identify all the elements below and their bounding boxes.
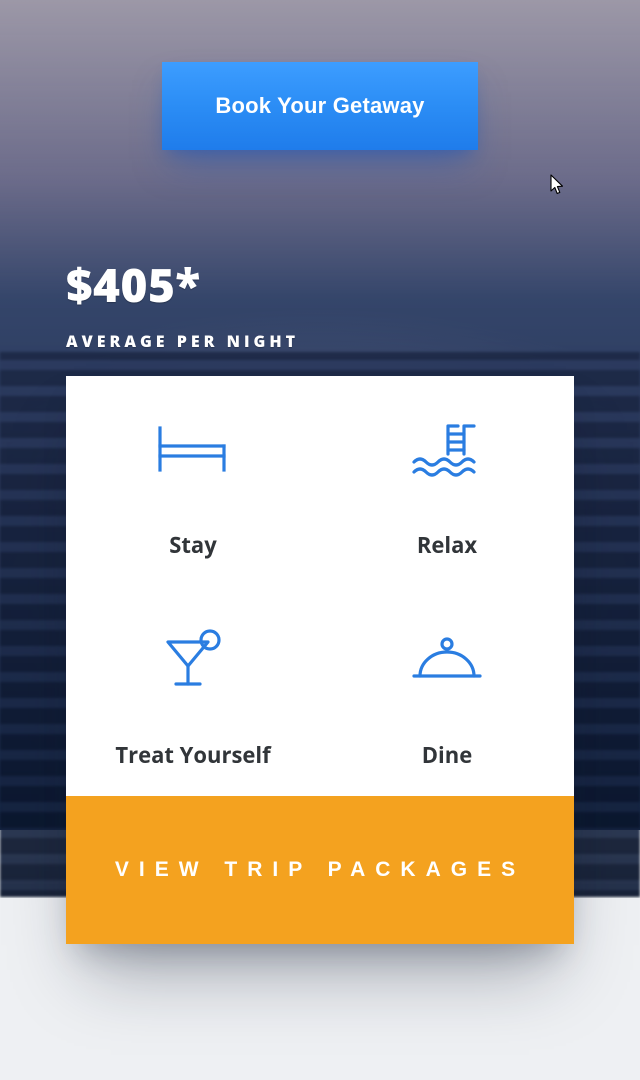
- mouse-cursor-icon: [550, 174, 565, 196]
- pool-icon: [408, 410, 486, 490]
- feature-label: Stay: [169, 530, 216, 560]
- view-trip-packages-button[interactable]: VIEW TRIP PACKAGES: [66, 796, 574, 944]
- price-block: $405* AVERAGE PER NIGHT: [66, 254, 299, 352]
- bed-icon: [154, 410, 232, 490]
- average-price-caption: AVERAGE PER NIGHT: [66, 330, 299, 352]
- feature-treat-yourself: Treat Yourself: [66, 586, 320, 796]
- feature-stay: Stay: [66, 376, 320, 586]
- features-grid: Stay Relax: [66, 376, 574, 796]
- cocktail-icon: [158, 620, 228, 700]
- book-getaway-button[interactable]: Book Your Getaway: [162, 62, 478, 150]
- features-card: Stay Relax: [66, 376, 574, 944]
- feature-dine: Dine: [320, 586, 574, 796]
- feature-relax: Relax: [320, 376, 574, 586]
- feature-label: Relax: [417, 530, 477, 560]
- average-price: $405*: [66, 254, 299, 316]
- feature-label: Treat Yourself: [115, 740, 270, 770]
- cloche-icon: [408, 620, 486, 700]
- feature-label: Dine: [422, 740, 472, 770]
